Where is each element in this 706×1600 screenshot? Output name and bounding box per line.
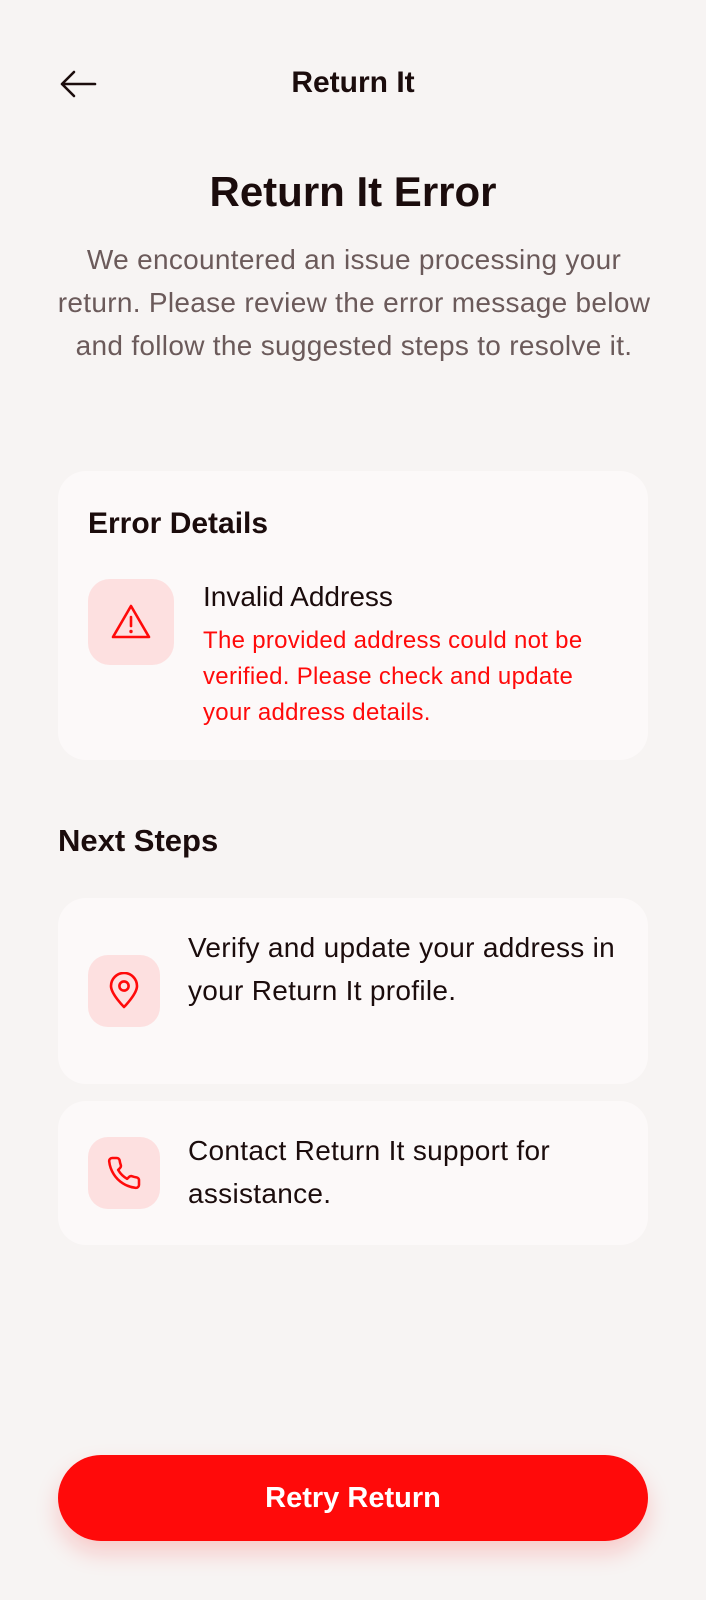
- step-text: Verify and update your address in your R…: [188, 932, 616, 1006]
- page-title: Return It Error: [209, 168, 497, 215]
- error-details-card: Error Details Invalid Address The provid…: [58, 471, 648, 760]
- page-subtitle: We encountered an issue processing your …: [57, 244, 651, 361]
- step-item-contact-support[interactable]: Contact Return It support for assistance…: [58, 1101, 648, 1245]
- step-text: Contact Return It support for assistance…: [188, 1135, 550, 1209]
- phone-icon: [107, 1156, 141, 1190]
- next-steps-title: Next Steps: [58, 823, 219, 858]
- error-description: The provided address could not be verifi…: [203, 627, 583, 726]
- step-item-update-address[interactable]: Verify and update your address in your R…: [58, 898, 648, 1084]
- step-icon-tile: [88, 1137, 160, 1209]
- error-details-title: Error Details: [88, 507, 269, 540]
- error-icon-tile: [88, 579, 174, 665]
- step-icon-tile: [88, 955, 160, 1027]
- retry-return-button[interactable]: Retry Return: [58, 1455, 648, 1541]
- warning-triangle-icon: [111, 604, 151, 639]
- app-header: Return It: [0, 50, 706, 116]
- header-title: Return It: [291, 66, 415, 99]
- return-error-screen: Return It Return It Error We encountered…: [0, 0, 706, 1600]
- map-pin-icon: [109, 972, 139, 1009]
- error-name: Invalid Address: [203, 581, 393, 612]
